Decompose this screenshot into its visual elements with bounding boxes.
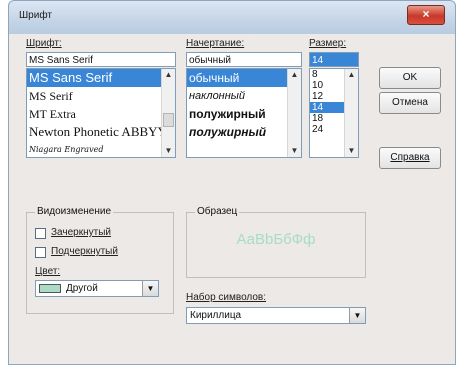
strikeout-label[interactable]: Зачеркнутый	[51, 227, 111, 238]
style-input[interactable]: обычный	[186, 52, 302, 67]
charset-value: Кириллица	[190, 310, 242, 321]
color-label: Цвет:	[35, 266, 61, 277]
scroll-down-icon[interactable]: ▼	[162, 145, 175, 157]
underline-checkbox[interactable]	[35, 247, 46, 258]
size-list-scrollbar[interactable]: ▲ ▼	[344, 69, 358, 157]
font-list-item[interactable]: Newton Phonetic ABBYY	[27, 123, 175, 141]
font-list-item[interactable]: MT Extra	[27, 105, 175, 123]
ok-button[interactable]: OK	[379, 67, 441, 89]
scroll-thumb[interactable]	[163, 113, 174, 127]
scroll-down-icon[interactable]: ▼	[345, 145, 358, 157]
style-label: Начертание:	[186, 38, 245, 49]
close-button[interactable]: ×	[407, 5, 445, 25]
size-input[interactable]: 14	[309, 52, 359, 67]
style-list-item[interactable]: обычный	[187, 69, 301, 87]
style-list-item[interactable]: полужирный	[187, 123, 301, 141]
scroll-up-icon[interactable]: ▲	[345, 69, 358, 81]
chevron-down-icon[interactable]: ▼	[349, 308, 365, 323]
style-list-scrollbar[interactable]: ▲ ▼	[287, 69, 301, 157]
color-swatch	[39, 284, 61, 293]
color-value: Другой	[66, 283, 98, 294]
size-list[interactable]: 8 10 12 14 18 24 ▲ ▼	[309, 68, 359, 158]
window-title: Шрифт	[19, 10, 52, 21]
font-list-item[interactable]: MS Sans Serif	[27, 69, 175, 87]
font-list-item[interactable]: MS Serif	[27, 87, 175, 105]
sample-text: АаВbБбФф	[236, 231, 316, 248]
charset-label: Набор символов:	[186, 292, 267, 303]
font-label: Шрифт:	[26, 38, 62, 49]
strikeout-checkbox[interactable]	[35, 228, 46, 239]
style-list-item[interactable]: наклонный	[187, 87, 301, 105]
font-list-scrollbar[interactable]: ▲ ▼	[161, 69, 175, 157]
sample-title: Образец	[195, 206, 240, 217]
scroll-down-icon[interactable]: ▼	[288, 145, 301, 157]
effects-title: Видоизменение	[35, 206, 114, 217]
font-dialog: Шрифт: MS Sans Serif MS Sans Serif MS Se…	[8, 34, 456, 365]
style-list-item[interactable]: полужирный	[187, 105, 301, 123]
window-titlebar[interactable]: Шрифт ×	[8, 0, 456, 35]
font-list[interactable]: MS Sans Serif MS Serif MT Extra Newton P…	[26, 68, 176, 158]
cancel-button[interactable]: Отмена	[379, 92, 441, 114]
size-label: Размер:	[309, 38, 347, 49]
font-list-item[interactable]: Niagara Engraved	[27, 141, 175, 157]
charset-select[interactable]: Кириллица ▼	[186, 307, 366, 324]
underline-label[interactable]: Подчеркнутый	[51, 246, 118, 257]
help-button[interactable]: Справка	[379, 147, 441, 169]
chevron-down-icon[interactable]: ▼	[142, 281, 158, 296]
font-input[interactable]: MS Sans Serif	[26, 52, 176, 67]
sample-group: Образец АаВbБбФф	[186, 206, 366, 278]
color-select[interactable]: Другой ▼	[35, 280, 159, 297]
style-list[interactable]: обычный наклонный полужирный полужирный …	[186, 68, 302, 158]
effects-group: Видоизменение Зачеркнутый Подчеркнутый Ц…	[26, 206, 174, 314]
scroll-up-icon[interactable]: ▲	[288, 69, 301, 81]
scroll-up-icon[interactable]: ▲	[162, 69, 175, 81]
